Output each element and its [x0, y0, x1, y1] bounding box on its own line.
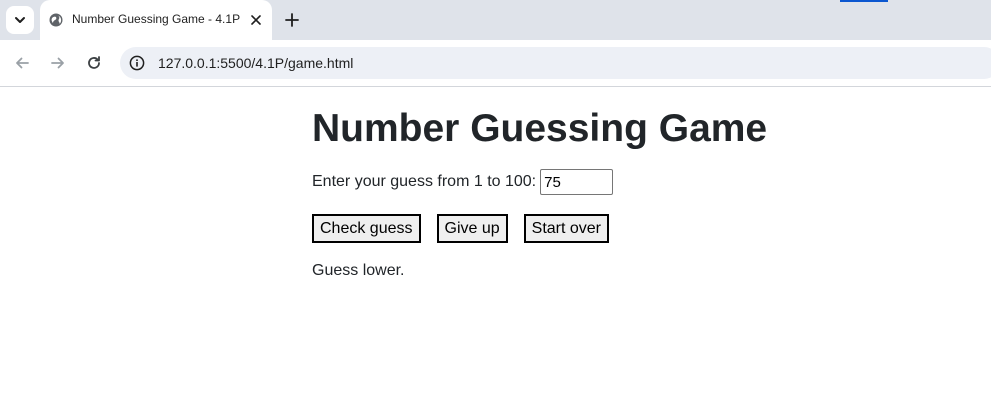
arrow-right-icon [51, 57, 64, 69]
window-accent-bar [840, 0, 888, 2]
url-text: 127.0.0.1:5500/4.1P/game.html [158, 55, 354, 71]
tab-title: Number Guessing Game - 4.1P [72, 12, 241, 26]
reload-button[interactable] [82, 51, 106, 75]
back-button[interactable] [10, 51, 34, 75]
info-icon[interactable] [129, 55, 145, 71]
browser-toolbar: 127.0.0.1:5500/4.1P/game.html [0, 40, 991, 87]
tab-strip: Number Guessing Game - 4.1P [0, 0, 991, 40]
page-content: Number Guessing Game Enter your guess fr… [0, 87, 991, 407]
plus-icon [285, 13, 299, 27]
result-message: Guess lower. [312, 262, 405, 279]
page-title: Number Guessing Game [312, 107, 768, 150]
tab-search-button[interactable] [6, 6, 34, 34]
give-up-button[interactable]: Give up [436, 214, 508, 243]
new-tab-button[interactable] [282, 10, 302, 30]
guess-row: Enter your guess from 1 to 100: [312, 167, 614, 197]
address-bar[interactable]: 127.0.0.1:5500/4.1P/game.html [120, 47, 991, 79]
globe-icon [49, 13, 63, 27]
reload-icon [88, 56, 100, 69]
arrow-left-icon [16, 57, 29, 69]
close-icon [251, 15, 261, 25]
forward-button[interactable] [46, 51, 70, 75]
start-over-button[interactable]: Start over [523, 214, 609, 243]
browser-tab[interactable]: Number Guessing Game - 4.1P [40, 0, 272, 40]
button-row: Check guess Give up Start over [312, 214, 609, 243]
chevron-down-icon [15, 17, 25, 23]
guess-input[interactable] [540, 169, 614, 195]
tab-close-button[interactable] [248, 12, 264, 28]
guess-label: Enter your guess from 1 to 100: [312, 173, 537, 190]
check-guess-button[interactable]: Check guess [312, 214, 421, 243]
